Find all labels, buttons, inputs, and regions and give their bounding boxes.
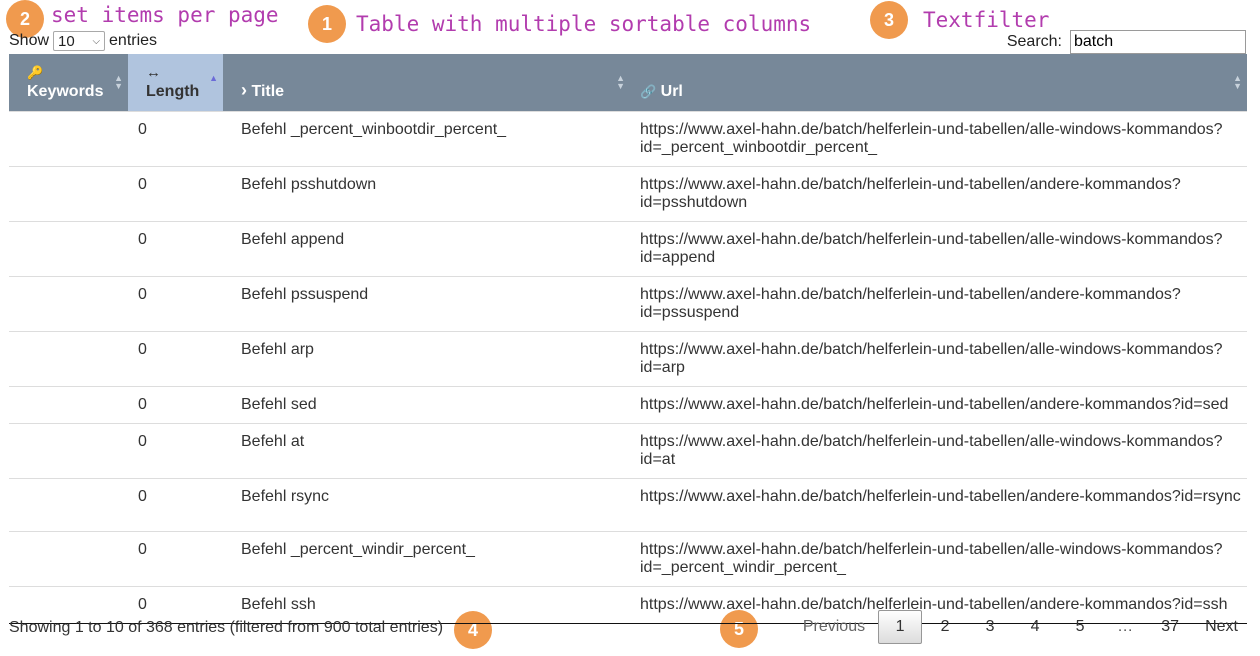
search-control: Search: xyxy=(1007,30,1246,54)
pagination-page-5[interactable]: 5 xyxy=(1058,610,1102,644)
table-row: 0 Befehl _percent_windir_percent_ https:… xyxy=(9,530,1247,586)
table-row: 0 Befehl arp https://www.axel-hahn.de/ba… xyxy=(9,330,1247,386)
cell-title: Befehl ssh xyxy=(223,585,630,624)
column-header-keywords[interactable]: 🔑 Keywords ▲ ▼ xyxy=(9,54,128,111)
pagination-page-1[interactable]: 1 xyxy=(878,610,923,644)
cell-keywords xyxy=(9,422,128,478)
cell-keywords xyxy=(9,585,128,624)
table-info: Showing 1 to 10 of 368 entries (filtered… xyxy=(9,619,444,636)
column-header-url[interactable]: 🔗 Url ▲ ▼ xyxy=(630,54,1247,111)
sort-ascending-icon: ▲ xyxy=(209,73,218,83)
cell-title: Befehl sed xyxy=(223,385,630,423)
length-label-entries: entries xyxy=(109,32,158,49)
pagination-page-3[interactable]: 3 xyxy=(968,610,1012,644)
column-label-keywords: Keywords xyxy=(27,82,104,100)
search-label: Search: xyxy=(1006,33,1062,50)
chevron-right-icon: › xyxy=(241,79,247,100)
cell-url: https://www.axel-hahn.de/batch/helferlei… xyxy=(630,275,1247,331)
annotation-note-textfilter: Textfilter xyxy=(923,8,1050,32)
cell-length: 0 xyxy=(128,385,223,423)
cell-keywords xyxy=(9,110,128,166)
sort-arrows-icon: ▲ ▼ xyxy=(1233,73,1242,91)
column-header-title[interactable]: › Title ▲ ▼ xyxy=(223,54,630,111)
table-row: 0 Befehl at https://www.axel-hahn.de/bat… xyxy=(9,422,1247,478)
page-length-select[interactable]: 10 ⌵ xyxy=(53,31,106,51)
sort-arrows-icon: ▲ ▼ xyxy=(114,73,123,91)
cell-length: 0 xyxy=(128,110,223,166)
annotation-badge-3: 3 xyxy=(870,1,908,39)
cell-keywords xyxy=(9,530,128,586)
cell-length: 0 xyxy=(128,477,223,531)
cell-title: Befehl arp xyxy=(223,330,630,386)
entries-length-control: Show 10 ⌵ entries xyxy=(9,31,157,51)
cell-title: Befehl rsync xyxy=(223,477,630,531)
annotation-note-sortable-table: Table with multiple sortable columns xyxy=(356,12,812,36)
cell-url: https://www.axel-hahn.de/batch/helferlei… xyxy=(630,477,1247,531)
table-row: 0 Befehl append https://www.axel-hahn.de… xyxy=(9,220,1247,276)
cell-title: Befehl at xyxy=(223,422,630,478)
table-row: 0 Befehl rsync https://www.axel-hahn.de/… xyxy=(9,477,1247,531)
cell-length: 0 xyxy=(128,422,223,478)
pagination-next[interactable]: Next xyxy=(1193,610,1250,644)
table-header-row: 🔑 Keywords ▲ ▼ ↔ Length ▲ › Title ▲ ▼ 🔗 Ur… xyxy=(9,54,1247,111)
column-label-title: Title xyxy=(251,82,285,100)
pagination-page-2[interactable]: 2 xyxy=(923,610,967,644)
cell-url: https://www.axel-hahn.de/batch/helferlei… xyxy=(630,330,1247,386)
cell-url: https://www.axel-hahn.de/batch/helferlei… xyxy=(630,220,1247,276)
cell-title: Befehl _percent_windir_percent_ xyxy=(223,530,630,586)
length-label-show: Show xyxy=(9,32,50,49)
cell-url: https://www.axel-hahn.de/batch/helferlei… xyxy=(630,385,1247,423)
table-row: 0 Befehl _percent_winbootdir_percent_ ht… xyxy=(9,110,1247,166)
search-input[interactable] xyxy=(1070,30,1246,54)
cell-title: Befehl append xyxy=(223,220,630,276)
pagination-page-4[interactable]: 4 xyxy=(1013,610,1057,644)
column-label-length: Length xyxy=(146,82,200,100)
cell-title: Befehl psshutdown xyxy=(223,165,630,221)
cell-length: 0 xyxy=(128,585,223,624)
cell-keywords xyxy=(9,275,128,331)
cell-url: https://www.axel-hahn.de/batch/helferlei… xyxy=(630,165,1247,221)
cell-keywords xyxy=(9,330,128,386)
cell-length: 0 xyxy=(128,165,223,221)
sort-arrows-icon: ▲ ▼ xyxy=(616,73,625,91)
arrows-horizontal-icon: ↔ xyxy=(146,63,161,81)
annotation-badge-1: 1 xyxy=(308,5,346,43)
cell-url: https://www.axel-hahn.de/batch/helferlei… xyxy=(630,110,1247,166)
column-label-url: Url xyxy=(660,82,683,100)
cell-url: https://www.axel-hahn.de/batch/helferlei… xyxy=(630,530,1247,586)
cell-length: 0 xyxy=(128,275,223,331)
cell-url: https://www.axel-hahn.de/batch/helferlei… xyxy=(630,422,1247,478)
cell-keywords xyxy=(9,385,128,423)
table-row: 0 Befehl psshutdown https://www.axel-hah… xyxy=(9,165,1247,221)
pagination-page-last[interactable]: 37 xyxy=(1148,610,1192,644)
key-icon: 🔑 xyxy=(27,64,44,80)
data-table: 🔑 Keywords ▲ ▼ ↔ Length ▲ › Title ▲ ▼ 🔗 Ur… xyxy=(9,54,1247,624)
cell-length: 0 xyxy=(128,220,223,276)
pagination-ellipsis: … xyxy=(1117,618,1134,635)
page-length-value: 10 xyxy=(58,32,75,50)
pagination-previous[interactable]: Previous xyxy=(791,610,877,644)
table-row: 0 Befehl sed https://www.axel-hahn.de/ba… xyxy=(9,385,1247,423)
cell-title: Befehl pssuspend xyxy=(223,275,630,331)
annotation-note-items-per-page: set items per page xyxy=(51,3,279,27)
cell-keywords xyxy=(9,220,128,276)
cell-title: Befehl _percent_winbootdir_percent_ xyxy=(223,110,630,166)
cell-keywords xyxy=(9,165,128,221)
column-header-length[interactable]: ↔ Length ▲ xyxy=(128,54,223,111)
chevron-down-icon: ⌵ xyxy=(92,35,101,47)
pagination: Previous 1 2 3 4 5 … 37 Next xyxy=(790,610,1250,644)
cell-keywords xyxy=(9,477,128,531)
cell-length: 0 xyxy=(128,530,223,586)
table-row: 0 Befehl pssuspend https://www.axel-hahn… xyxy=(9,275,1247,331)
cell-length: 0 xyxy=(128,330,223,386)
link-icon: 🔗 xyxy=(640,83,657,99)
